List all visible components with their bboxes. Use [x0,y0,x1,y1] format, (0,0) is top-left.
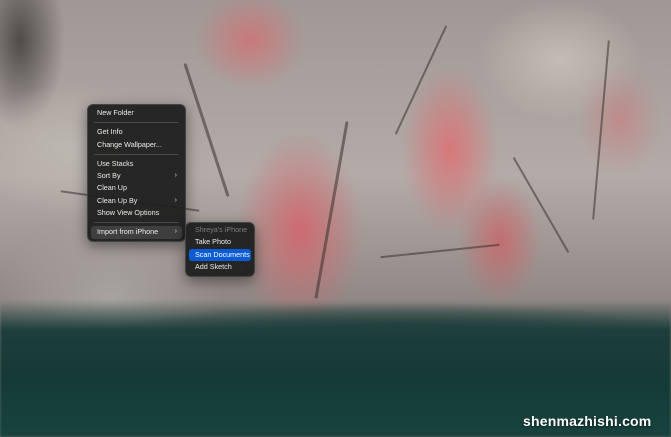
menu-item-label: Clean Up [97,183,127,193]
menu-item-label: Add Sketch [195,261,232,271]
menu-separator [94,222,179,224]
submenu-item-add-sketch[interactable]: Add Sketch [189,261,251,273]
rock-crack [314,121,349,299]
menu-item-label: Clean Up By [97,195,138,205]
chevron-right-icon: › [174,196,177,204]
menu-item-label: Change Wallpaper... [97,139,162,149]
menu-item-use-stacks[interactable]: Use Stacks [91,158,182,170]
desktop-context-menu: New Folder Get Info Change Wallpaper... … [87,104,186,242]
rock-crack [183,62,230,198]
menu-item-get-info[interactable]: Get Info [91,126,182,138]
menu-item-clean-up-by[interactable]: Clean Up By › [91,195,182,207]
menu-item-label: New Folder [97,108,134,117]
menu-item-sort-by[interactable]: Sort By › [91,170,182,182]
submenu-item-take-photo[interactable]: Take Photo [189,236,251,248]
rock-crack [592,40,610,220]
menu-item-label: Get Info [97,127,123,137]
rock-crack [512,156,570,254]
menu-item-clean-up[interactable]: Clean Up [91,182,182,194]
menu-separator [94,153,179,155]
menu-item-label: Take Photo [195,237,231,247]
device-name: Shreya's iPhone [195,225,248,234]
menu-item-new-folder[interactable]: New Folder [91,107,182,119]
menu-item-label: Show View Options [97,208,160,218]
menu-item-label: Import from iPhone [97,227,159,237]
chevron-right-icon: › [174,172,177,180]
rock-crack [380,243,500,259]
menu-item-label: Sort By [97,171,121,181]
menu-item-label: Use Stacks [97,158,134,168]
menu-item-change-wallpaper[interactable]: Change Wallpaper... [91,139,182,151]
submenu-item-scan-documents[interactable]: Scan Documents [189,248,251,261]
menu-item-show-view-options[interactable]: Show View Options [91,207,182,219]
menu-item-import-from-iphone[interactable]: Import from iPhone › [91,226,182,239]
menu-item-label: Scan Documents [195,249,250,259]
menu-separator [94,122,179,124]
chevron-right-icon: › [174,228,177,236]
rock-crack [394,25,448,135]
import-from-iphone-submenu: Shreya's iPhone Take Photo Scan Document… [185,222,255,278]
watermark-text: shenmazhishi.com [523,413,652,429]
submenu-device-header: Shreya's iPhone [189,224,251,236]
